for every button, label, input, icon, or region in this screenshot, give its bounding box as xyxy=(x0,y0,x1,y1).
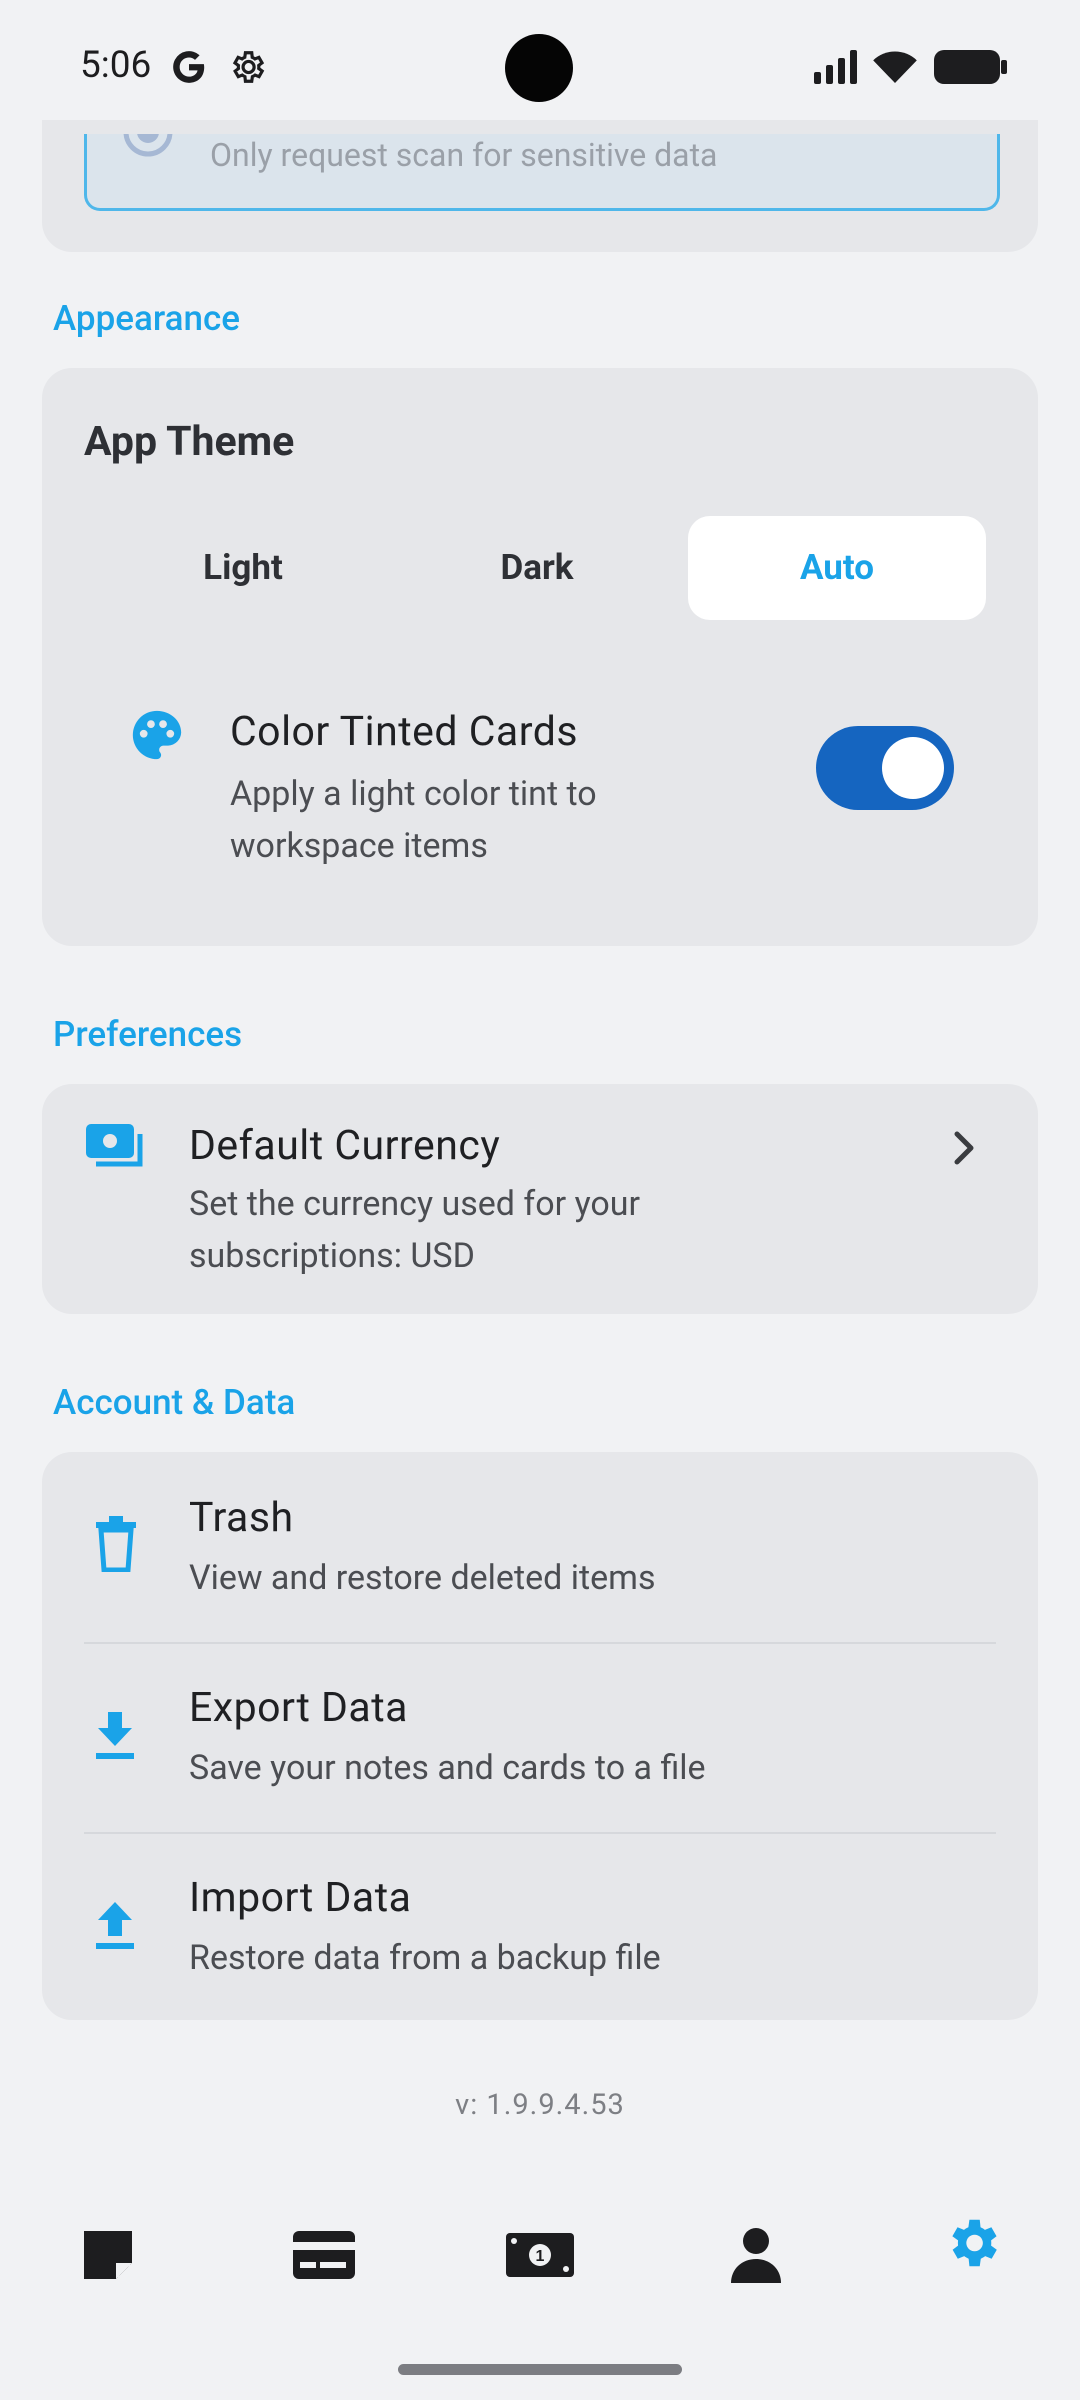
default-currency-title: Default Currency xyxy=(189,1122,501,1170)
color-tinted-desc-1: Apply a light color tint to xyxy=(230,774,597,814)
nav-notes[interactable] xyxy=(48,2195,168,2315)
nav-cards[interactable] xyxy=(264,2195,384,2315)
toggle-knob xyxy=(882,737,944,799)
status-time: 5:06 xyxy=(80,44,152,87)
section-title-appearance: Appearance xyxy=(53,298,240,339)
color-tinted-toggle[interactable] xyxy=(816,726,954,810)
theme-option-light[interactable]: Light xyxy=(98,516,388,620)
palette-icon xyxy=(128,706,186,768)
svg-text:1: 1 xyxy=(536,2248,545,2265)
settings-status-icon xyxy=(228,48,266,90)
battery-icon xyxy=(934,50,1008,88)
notes-icon xyxy=(84,2231,132,2279)
nav-profile[interactable] xyxy=(696,2195,816,2315)
person-icon xyxy=(731,2228,781,2283)
default-currency-desc-2: subscriptions: USD xyxy=(189,1236,475,1276)
camera-cutout xyxy=(505,34,573,102)
theme-option-dark[interactable]: Dark xyxy=(392,516,682,620)
import-data-row[interactable] xyxy=(42,1834,1038,2020)
export-data-row[interactable] xyxy=(42,1644,1038,1832)
version-label: v: 1.9.9.4.53 xyxy=(455,2088,625,2122)
wifi-icon xyxy=(872,48,918,88)
trash-row[interactable] xyxy=(42,1452,1038,1642)
trash-title: Trash xyxy=(189,1494,294,1542)
export-data-desc: Save your notes and cards to a file xyxy=(189,1748,706,1788)
color-tinted-title: Color Tinted Cards xyxy=(230,708,578,756)
app-theme-title: App Theme xyxy=(84,418,295,466)
nav-settings[interactable] xyxy=(912,2183,1032,2303)
currency-icon xyxy=(84,1122,146,1176)
color-tinted-desc-2: workspace items xyxy=(230,826,488,866)
download-icon xyxy=(94,1712,136,1764)
scan-option-text: Only request scan for sensitive data xyxy=(210,136,718,174)
theme-option-auto[interactable]: Auto xyxy=(688,516,986,620)
nav-subscriptions[interactable]: 1 xyxy=(480,2195,600,2315)
signal-icon xyxy=(812,50,860,88)
export-data-title: Export Data xyxy=(189,1684,408,1732)
upload-icon xyxy=(94,1902,136,1954)
default-currency-desc-1: Set the currency used for your xyxy=(189,1184,641,1224)
import-data-title: Import Data xyxy=(189,1874,412,1922)
import-data-desc: Restore data from a backup file xyxy=(189,1938,661,1978)
trash-icon xyxy=(94,1516,138,1576)
trash-desc: View and restore deleted items xyxy=(189,1558,656,1598)
home-indicator[interactable] xyxy=(398,2364,682,2375)
settings-icon xyxy=(952,2219,997,2267)
chevron-right-icon xyxy=(948,1128,980,1172)
bottom-nav: 1 xyxy=(0,2170,1080,2340)
google-icon xyxy=(170,48,208,90)
section-title-account-data: Account & Data xyxy=(53,1382,296,1423)
card-icon xyxy=(293,2231,355,2279)
section-title-preferences: Preferences xyxy=(53,1014,243,1055)
status-bar: 5:06 xyxy=(0,0,1080,136)
money-icon: 1 xyxy=(506,2233,574,2277)
radio-icon xyxy=(120,134,176,160)
